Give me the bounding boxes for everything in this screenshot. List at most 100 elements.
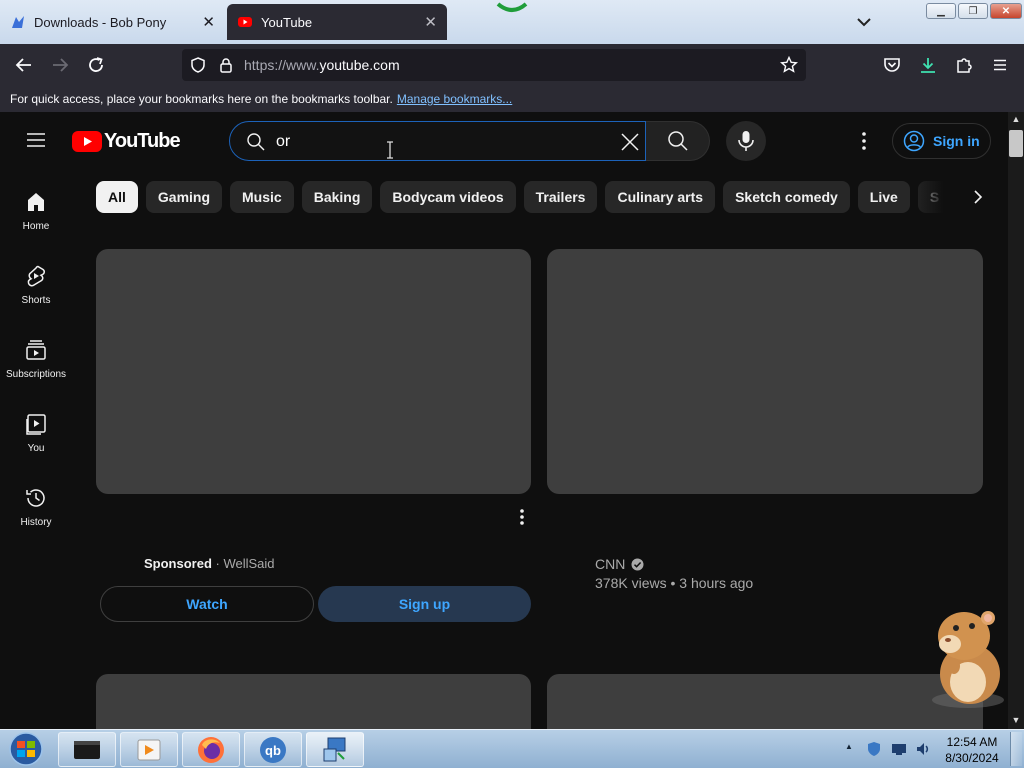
youtube-logo[interactable]: YouTube — [72, 130, 181, 153]
chip-gaming[interactable]: Gaming — [145, 181, 223, 213]
history-icon — [26, 489, 45, 507]
ad-thumbnail[interactable] — [96, 249, 531, 494]
download-arrow-icon — [921, 58, 935, 73]
extensions-button[interactable] — [952, 53, 976, 77]
guide-label: Subscriptions — [5, 369, 67, 380]
list-all-tabs-chevron-down-icon[interactable] — [852, 10, 876, 34]
guide-menu-icon[interactable] — [24, 128, 48, 152]
shorts-icon — [27, 265, 45, 287]
chip-all[interactable]: All — [96, 181, 138, 213]
window-close-button[interactable]: ✕ — [990, 3, 1022, 19]
taskbar-qbittorrent-app[interactable]: qb — [244, 732, 302, 767]
chip-culinary-arts[interactable]: Culinary arts — [605, 181, 716, 213]
address-bar[interactable]: https://www.youtube.com — [182, 49, 806, 81]
ad-watch-button[interactable]: Watch — [100, 586, 314, 622]
youtube-play-logo-icon — [72, 131, 102, 152]
chips-next-chevron-right-icon[interactable] — [966, 185, 990, 209]
tracking-protection-shield-icon[interactable] — [190, 57, 206, 73]
account-circle-icon — [903, 130, 925, 152]
tab-close-icon[interactable]: ✕ — [202, 13, 215, 31]
reload-button[interactable] — [84, 53, 108, 77]
lock-icon[interactable] — [218, 57, 234, 73]
logo-text: YouTube — [104, 130, 181, 152]
chip-sketch-comedy[interactable]: Sketch comedy — [723, 181, 850, 213]
url-prefix: https://www. — [244, 57, 320, 73]
tab-downloads[interactable]: Downloads - Bob Pony ✕ — [0, 4, 225, 40]
guide-item-history[interactable]: History — [0, 486, 72, 550]
navigation-toolbar: https://www.youtube.com — [0, 44, 1024, 86]
chips-fade-overlay — [910, 181, 966, 213]
video-thumbnail[interactable] — [547, 249, 983, 494]
url-text[interactable]: https://www.youtube.com — [244, 57, 400, 73]
channel-name[interactable]: CNN — [595, 556, 644, 572]
bookmark-star-icon[interactable] — [780, 56, 798, 74]
scroll-up-arrow-icon[interactable]: ▲ — [1008, 114, 1024, 126]
sign-in-button[interactable]: Sign in — [892, 123, 991, 159]
guide-item-shorts[interactable]: Shorts — [0, 264, 72, 328]
chip-trailers[interactable]: Trailers — [523, 181, 598, 213]
ad-sign-up-button[interactable]: Sign up — [318, 586, 531, 622]
scroll-down-arrow-icon[interactable]: ▼ — [1008, 715, 1024, 727]
page-scrollbar[interactable]: ▲ ▼ — [1008, 112, 1024, 729]
taskbar-media-player-app[interactable] — [120, 732, 178, 767]
guide-item-you[interactable]: You — [0, 412, 72, 476]
app-menu-button[interactable] — [988, 53, 1012, 77]
taskbar-network-app[interactable] — [306, 732, 364, 767]
video-stats: 378K views • 3 hours ago — [595, 575, 754, 591]
clock-date: 8/30/2024 — [945, 751, 999, 765]
back-button[interactable] — [12, 53, 36, 77]
search-input[interactable] — [276, 131, 596, 153]
chip-live[interactable]: Live — [857, 181, 910, 213]
start-orb-icon[interactable] — [6, 731, 46, 767]
sponsored-label: Sponsored — [144, 556, 212, 571]
tray-network-monitor-icon[interactable] — [891, 741, 907, 757]
chip-music[interactable]: Music — [230, 181, 294, 213]
clear-search-close-icon[interactable] — [618, 130, 642, 154]
microphone-icon — [738, 131, 754, 151]
settings-more-button[interactable] — [852, 129, 876, 153]
tray-volume-icon[interactable] — [915, 741, 931, 757]
sign-in-label: Sign in — [933, 133, 980, 149]
manage-bookmarks-link[interactable]: Manage bookmarks... — [397, 92, 512, 106]
show-desktop-button[interactable] — [1010, 732, 1022, 766]
bookmarks-toolbar: For quick access, place your bookmarks h… — [0, 86, 1024, 112]
channel-name-text: CNN — [595, 556, 626, 572]
you-icon — [26, 414, 46, 435]
tab-bar: Downloads - Bob Pony ✕ YouTube ✕ ▁ ❐ ✕ — [0, 0, 1024, 44]
desktop-decoration — [496, 2, 528, 12]
window-restore-button[interactable]: ❐ — [958, 3, 988, 19]
ad-more-vertical-dots-icon[interactable] — [512, 507, 532, 527]
firefox-icon — [198, 736, 224, 763]
hamster-mascot-icon — [932, 611, 1004, 708]
window-minimize-button[interactable]: ▁ — [926, 3, 956, 19]
taskbar-firefox-app[interactable] — [182, 732, 240, 767]
subscriptions-icon — [26, 340, 46, 360]
search-button[interactable] — [646, 121, 710, 161]
search-icon — [667, 131, 688, 151]
reload-icon — [89, 57, 103, 72]
video-thumbnail[interactable] — [96, 674, 531, 729]
advertiser-name[interactable]: WellSaid — [223, 556, 274, 571]
chip-bodycam-videos[interactable]: Bodycam videos — [380, 181, 516, 213]
forward-button[interactable] — [48, 53, 72, 77]
voice-search-button[interactable] — [726, 121, 766, 161]
tab-youtube[interactable]: YouTube ✕ — [227, 4, 447, 40]
chip-baking[interactable]: Baking — [301, 181, 373, 213]
pocket-button[interactable] — [880, 53, 904, 77]
guide-item-subscriptions[interactable]: Subscriptions — [0, 338, 72, 402]
taskbar-clock[interactable]: 12:54 AM 8/30/2024 — [944, 734, 1000, 766]
windows-taskbar: qb ▲ 12:54 AM 8/30/2024 — [0, 729, 1024, 768]
downloads-button[interactable] — [916, 53, 940, 77]
show-hidden-icons-arrow-icon[interactable]: ▲ — [845, 742, 855, 752]
tab-close-icon[interactable]: ✕ — [424, 13, 437, 31]
taskbar-terminal-app[interactable] — [58, 732, 116, 767]
verified-badge-icon — [631, 558, 644, 570]
scrollbar-thumb[interactable] — [1009, 130, 1023, 157]
search-box[interactable] — [229, 121, 646, 161]
tray-shield-icon[interactable] — [866, 741, 882, 757]
home-icon — [28, 193, 44, 211]
filter-chips-bar: All Gaming Music Baking Bodycam videos Traile… — [96, 181, 966, 213]
text-cursor-icon — [387, 141, 393, 159]
bookmarks-hint: For quick access, place your bookmarks h… — [10, 92, 393, 106]
guide-item-home[interactable]: Home — [0, 190, 72, 254]
